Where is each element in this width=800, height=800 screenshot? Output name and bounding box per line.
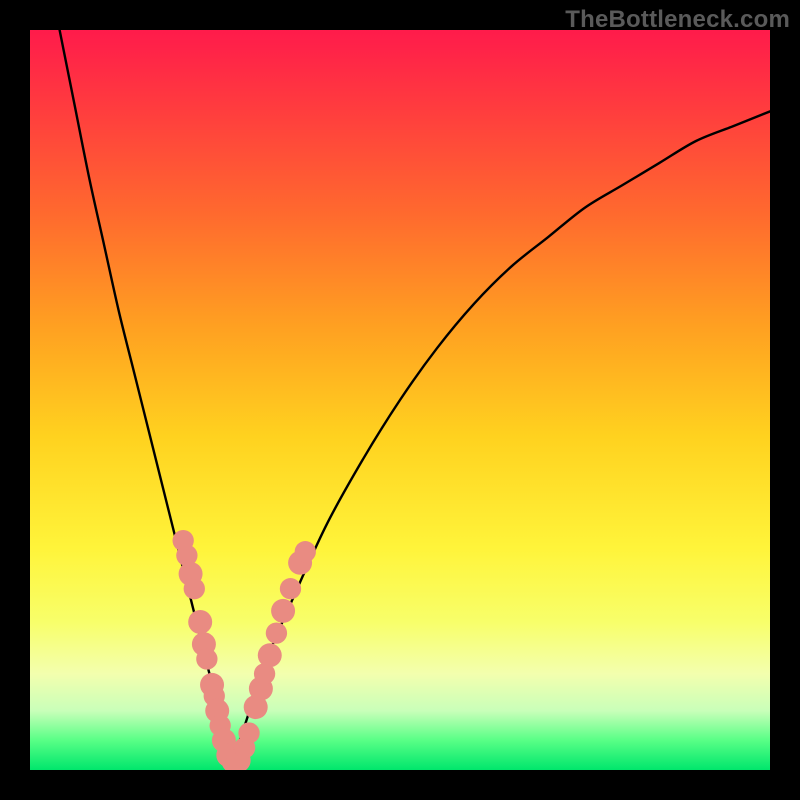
bead-point <box>188 610 212 634</box>
curve-svg <box>30 30 770 770</box>
sample-beads <box>173 530 316 770</box>
bead-point <box>295 541 316 562</box>
bead-point <box>258 643 282 667</box>
bottleneck-curve <box>60 30 770 763</box>
bead-point <box>271 599 295 623</box>
bead-point <box>238 722 259 743</box>
plot-area <box>30 30 770 770</box>
bead-point <box>266 622 287 643</box>
watermark-text: TheBottleneck.com <box>565 6 790 34</box>
chart-frame: TheBottleneck.com <box>0 0 800 800</box>
bead-point <box>280 578 301 599</box>
bead-point <box>184 578 205 599</box>
bead-point <box>196 648 217 669</box>
